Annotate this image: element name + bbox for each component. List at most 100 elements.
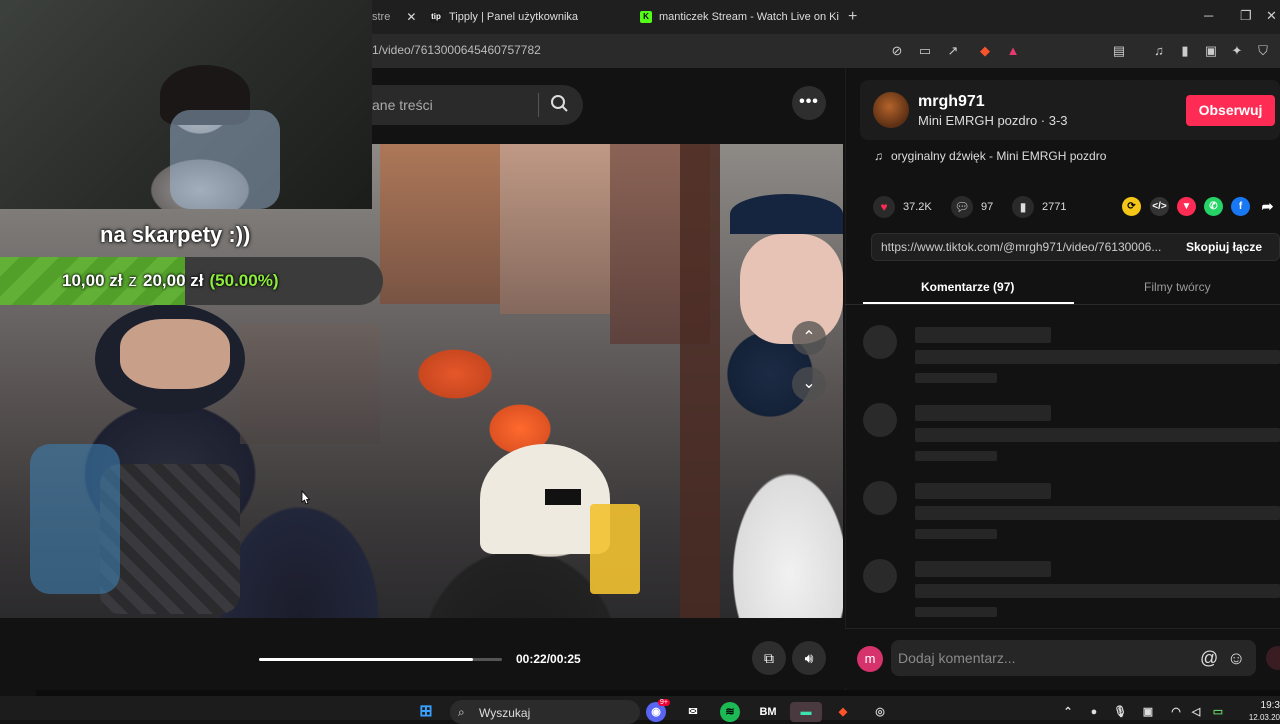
leo-ai-icon[interactable]: ✦	[1230, 44, 1244, 58]
tray-chevron-icon[interactable]: ⌃	[1058, 702, 1078, 722]
maximize-icon[interactable]: ❐	[1240, 8, 1252, 24]
emoji-icon[interactable]: ☺	[1227, 648, 1245, 669]
app-icon[interactable]: ✉	[683, 702, 703, 722]
wifi-icon[interactable]: ◠	[1166, 702, 1186, 722]
save-count: 2771	[1042, 201, 1067, 213]
taskbar-clock[interactable]: 19:3 12.03.20	[1238, 700, 1280, 724]
video-link[interactable]: https://www.tiktok.com/@mrgh971/video/76…	[881, 240, 1171, 254]
tray-app-icon[interactable]: ●	[1084, 702, 1104, 722]
active-tab-indicator	[863, 302, 1074, 304]
building-shape	[240, 324, 380, 444]
url-field[interactable]: 1/video/7613000645460757782	[372, 43, 541, 57]
save-stat[interactable]: ▮ 2771	[1012, 196, 1066, 218]
skeleton-line	[915, 451, 997, 461]
building-shape	[380, 144, 500, 304]
facebook-icon[interactable]: f	[1231, 197, 1250, 216]
microphone-icon[interactable]: 🎙︎	[1110, 702, 1130, 722]
send-to-friend-icon[interactable]: ▼	[1177, 197, 1196, 216]
skeleton-line	[915, 405, 1051, 421]
spotify-icon[interactable]: ≋	[720, 702, 740, 722]
more-options-button[interactable]: •••	[792, 86, 826, 120]
backpack	[100, 464, 240, 614]
skeleton-line	[915, 506, 1280, 520]
cast-icon[interactable]: ▭	[918, 44, 932, 58]
video-progress-bar[interactable]	[259, 658, 502, 661]
taskbar-search-label: Wyszukaj	[479, 706, 531, 720]
copy-link-button[interactable]: Skopiuj łącze	[1172, 233, 1276, 261]
no-tracking-icon[interactable]: ⊘	[890, 44, 904, 58]
brave-rewards-icon[interactable]: ▲	[1006, 44, 1020, 58]
mention-icon[interactable]: @	[1200, 648, 1218, 669]
app-icon[interactable]: BM	[758, 702, 778, 722]
skeleton-line	[915, 483, 1051, 499]
embed-icon[interactable]: </>	[1150, 197, 1169, 216]
next-video-button[interactable]: ⌄	[792, 367, 826, 401]
tab-tipply[interactable]: tip Tipply | Panel użytkownika	[430, 6, 578, 28]
hat-logo	[545, 489, 581, 505]
previous-video-button[interactable]: ⌃	[792, 321, 826, 355]
speaker-icon[interactable]: ◁	[1186, 702, 1206, 722]
tab-comments[interactable]: Komentarze (97)	[921, 280, 1014, 294]
sidebar-icon[interactable]: ▮	[1178, 44, 1192, 58]
tray-app-icon[interactable]: ▣	[1138, 702, 1158, 722]
discord-badge: 9+	[658, 699, 670, 706]
obs-icon[interactable]: ▬	[790, 702, 822, 722]
skeleton-line	[915, 428, 1280, 442]
skeleton-line	[915, 373, 997, 383]
search-input[interactable]: ane treści	[372, 97, 433, 113]
taskbar-search-icon: ⌕	[458, 705, 465, 719]
sound-link[interactable]: ♫ oryginalny dźwięk - Mini EMRGH pozdro	[874, 149, 1106, 163]
follow-button[interactable]: Obserwuj	[1186, 95, 1275, 126]
pip-button[interactable]: ⧉	[752, 641, 786, 675]
video-time: 00:22/00:25	[516, 652, 581, 666]
video-player[interactable]	[0, 144, 843, 618]
close-window-icon[interactable]: ✕	[1266, 8, 1277, 24]
clock-time: 19:3	[1260, 700, 1280, 711]
whatsapp-icon[interactable]: ✆	[1204, 197, 1223, 216]
comment-placeholder: Dodaj komentarz...	[898, 650, 1016, 666]
skeleton-line	[915, 584, 1280, 598]
webcam-overlay	[0, 0, 372, 209]
goal-target: 20,00 zł	[143, 271, 204, 290]
door-frame	[680, 144, 720, 618]
face	[740, 234, 843, 344]
wallet-icon[interactable]: ▣	[1204, 44, 1218, 58]
new-tab-icon[interactable]: +	[848, 8, 857, 26]
tab-label: stre	[372, 11, 391, 23]
vpn-icon[interactable]: ⛉	[1256, 44, 1270, 58]
like-stat[interactable]: ♥ 37.2K	[873, 196, 932, 218]
bookmark-icon: ▮	[1012, 196, 1034, 218]
face	[120, 319, 230, 389]
skeleton-line	[915, 607, 997, 617]
goal-percent: (50.00%)	[209, 271, 279, 290]
jacket-letter	[590, 504, 640, 594]
comment-stat[interactable]: 💬︎ 97	[951, 196, 993, 218]
skeleton-avatar	[863, 325, 897, 359]
mouse-cursor-icon	[301, 490, 310, 505]
brave-browser-icon[interactable]: ◆	[833, 702, 853, 722]
tab-kick[interactable]: K manticzek Stream - Watch Live on Ki	[640, 6, 839, 28]
media-icon[interactable]: ♫	[1152, 44, 1166, 58]
brave-shield-icon[interactable]: ◆	[978, 44, 992, 58]
shirt-print	[30, 444, 120, 594]
skeleton-avatar	[863, 481, 897, 515]
reader-mode-icon[interactable]: ▤	[1112, 44, 1126, 58]
app-icon[interactable]: ◎	[870, 702, 890, 722]
close-tab-icon[interactable]: ✕	[406, 10, 416, 24]
comment-bubble-icon: 💬︎	[951, 196, 973, 218]
tab-tiktok[interactable]: stre ✕	[372, 6, 416, 28]
share-page-icon[interactable]: ↗	[946, 44, 960, 58]
tab-creator-videos[interactable]: Filmy twórcy	[1144, 280, 1211, 294]
search-icon[interactable]	[550, 94, 570, 119]
battery-icon[interactable]: ▭	[1208, 702, 1228, 722]
tab-label: Tipply | Panel użytkownika	[449, 11, 579, 23]
windows-start-icon[interactable]: ⊞	[416, 702, 436, 722]
skeleton-avatar	[863, 559, 897, 593]
author-username[interactable]: mrgh971	[918, 93, 985, 111]
minimize-icon[interactable]: ─	[1204, 8, 1213, 23]
author-avatar[interactable]	[873, 92, 909, 128]
repost-icon[interactable]: ⟳	[1122, 197, 1141, 216]
volume-button[interactable]: 🔊︎	[792, 641, 826, 675]
skeleton-line	[915, 350, 1280, 364]
share-arrow-icon[interactable]: ➦	[1258, 197, 1277, 216]
